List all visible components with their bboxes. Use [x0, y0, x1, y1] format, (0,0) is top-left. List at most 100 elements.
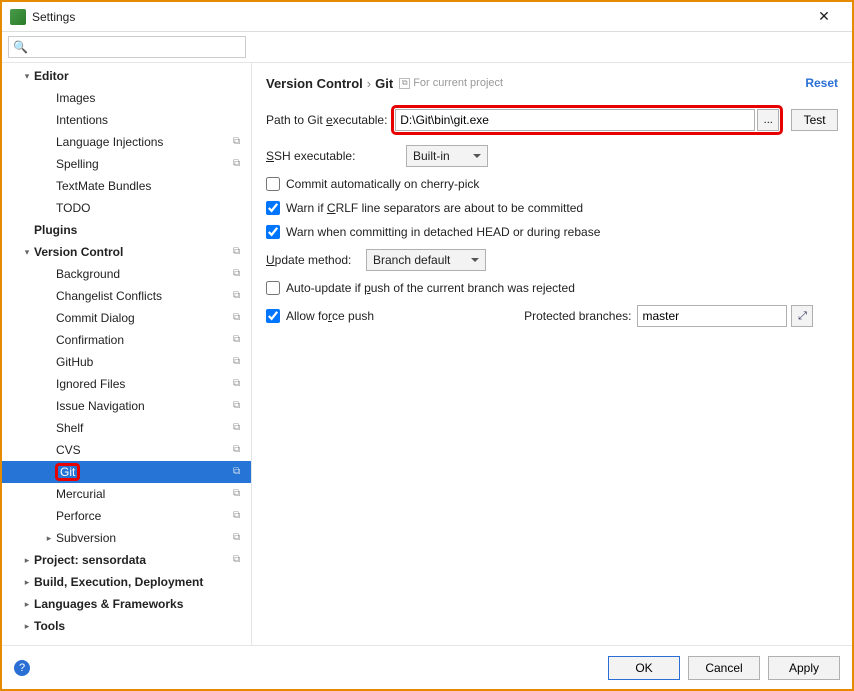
sidebar-item-build-execution-deployment[interactable]: ▸Build, Execution, Deployment	[2, 571, 251, 593]
sidebar-item-label: TODO	[56, 201, 245, 215]
project-scope-icon: ⧉	[233, 246, 245, 258]
reset-link[interactable]: Reset	[805, 76, 838, 90]
sidebar-item-perforce[interactable]: Perforce⧉	[2, 505, 251, 527]
sidebar-item-plugins[interactable]: Plugins	[2, 219, 251, 241]
sidebar-item-tools[interactable]: ▸Tools	[2, 615, 251, 637]
sidebar-item-intentions[interactable]: Intentions	[2, 109, 251, 131]
crlf-row: Warn if CRLF line separators are about t…	[266, 201, 838, 215]
update-method-row: Update method: Branch default	[266, 249, 838, 271]
breadcrumb-sep: ›	[367, 76, 371, 91]
sidebar-item-project-sensordata[interactable]: ▸Project: sensordata⧉	[2, 549, 251, 571]
scope-icon: ⧉	[399, 78, 410, 89]
project-scope-icon: ⧉	[233, 378, 245, 390]
detached-checkbox[interactable]	[266, 225, 280, 239]
sidebar-item-editor[interactable]: ▾Editor	[2, 65, 251, 87]
sidebar-item-label: Spelling	[56, 157, 233, 171]
settings-dialog: Settings ✕ 🔍 ▾EditorImagesIntentionsLang…	[0, 0, 854, 691]
auto-update-checkbox[interactable]	[266, 281, 280, 295]
protected-expand-icon[interactable]: ⤢	[791, 305, 813, 327]
protected-label: Protected branches:	[524, 309, 631, 323]
sidebar-item-label: Shelf	[56, 421, 233, 435]
sidebar-item-mercurial[interactable]: Mercurial⧉	[2, 483, 251, 505]
update-method-select[interactable]: Branch default	[366, 249, 486, 271]
sidebar-item-issue-navigation[interactable]: Issue Navigation⧉	[2, 395, 251, 417]
force-push-row: Allow force push Protected branches: ⤢	[266, 305, 838, 327]
sidebar-item-label: Changelist Conflicts	[56, 289, 233, 303]
path-input-highlight: ...	[391, 105, 783, 135]
cancel-button[interactable]: Cancel	[688, 656, 760, 680]
apply-button[interactable]: Apply	[768, 656, 840, 680]
sidebar-tree[interactable]: ▾Editor Images IntentionsLanguage Injectio…	[2, 63, 252, 645]
sidebar-item-textmate-bundles[interactable]: TextMate Bundles	[2, 175, 251, 197]
sidebar-item-github[interactable]: GitHub⧉	[2, 351, 251, 373]
project-scope-icon: ⧉	[233, 290, 245, 302]
sidebar-item-language-injections[interactable]: Language Injections⧉	[2, 131, 251, 153]
project-scope-icon: ⧉	[233, 158, 245, 170]
force-push-checkbox[interactable]	[266, 309, 280, 323]
project-scope-icon: ⧉	[233, 466, 245, 478]
sidebar-item-ignored-files[interactable]: Ignored Files⧉	[2, 373, 251, 395]
search-input[interactable]	[32, 40, 241, 54]
project-scope-icon: ⧉	[233, 312, 245, 324]
ok-button[interactable]: OK	[608, 656, 680, 680]
help-icon[interactable]: ?	[14, 660, 30, 676]
browse-button[interactable]: ...	[757, 109, 779, 131]
sidebar-item-commit-dialog[interactable]: Commit Dialog⧉	[2, 307, 251, 329]
sidebar-item-cvs[interactable]: CVS⧉	[2, 439, 251, 461]
project-scope-icon: ⧉	[233, 554, 245, 566]
window-title: Settings	[32, 10, 804, 24]
project-scope-icon: ⧉	[233, 532, 245, 544]
chevron-right-icon: ▸	[42, 533, 56, 544]
crlf-checkbox[interactable]	[266, 201, 280, 215]
sidebar-item-spelling[interactable]: Spelling⧉	[2, 153, 251, 175]
sidebar-item-changelist-conflicts[interactable]: Changelist Conflicts⧉	[2, 285, 251, 307]
protected-branches-input[interactable]	[637, 305, 787, 327]
search-field-wrap[interactable]: 🔍	[8, 36, 246, 58]
sidebar-item-images[interactable]: Images	[2, 87, 251, 109]
update-method-label: Update method:	[266, 253, 366, 267]
sidebar-item-label: Confirmation	[56, 333, 233, 347]
sidebar-item-label: GitHub	[56, 355, 233, 369]
sidebar-item-git[interactable]: Git ⧉	[2, 461, 251, 483]
chevron-right-icon: ▸	[20, 577, 34, 588]
project-scope-icon: ⧉	[233, 444, 245, 456]
chevron-down-icon: ▾	[20, 71, 34, 82]
sidebar-item-label: Plugins	[34, 223, 245, 237]
project-scope-icon: ⧉	[233, 356, 245, 368]
main-panel: Version Control › Git ⧉ For current proj…	[252, 63, 852, 645]
sidebar-item-languages-frameworks[interactable]: ▸Languages & Frameworks	[2, 593, 251, 615]
project-scope-icon: ⧉	[233, 268, 245, 280]
sidebar-item-label: Tools	[34, 619, 245, 633]
sidebar-item-label: Git	[56, 464, 79, 480]
sidebar-item-label: Version Control	[34, 245, 233, 259]
sidebar-item-version-control[interactable]: ▾Version Control⧉	[2, 241, 251, 263]
sidebar-item-label: CVS	[56, 443, 233, 457]
sidebar-item-label: Languages & Frameworks	[34, 597, 245, 611]
breadcrumb: Version Control › Git ⧉ For current proj…	[266, 71, 838, 95]
project-scope-icon: ⧉	[233, 422, 245, 434]
app-icon	[10, 9, 26, 25]
breadcrumb-parent: Version Control	[266, 76, 363, 91]
sidebar-item-label: Background	[56, 267, 233, 281]
cherry-pick-row: Commit automatically on cherry-pick	[266, 177, 838, 191]
sidebar-item-label: Images	[56, 91, 245, 105]
search-bar: 🔍	[2, 32, 852, 63]
sidebar-item-todo[interactable]: TODO	[2, 197, 251, 219]
sidebar-item-confirmation[interactable]: Confirmation⧉	[2, 329, 251, 351]
project-scope-icon: ⧉	[233, 488, 245, 500]
sidebar-item-shelf[interactable]: Shelf⧉	[2, 417, 251, 439]
sidebar-item-label: Commit Dialog	[56, 311, 233, 325]
project-scope-icon: ⧉	[233, 136, 245, 148]
cherry-pick-checkbox[interactable]	[266, 177, 280, 191]
git-path-input[interactable]	[395, 109, 755, 131]
test-button[interactable]: Test	[791, 109, 838, 131]
close-icon[interactable]: ✕	[804, 8, 844, 25]
sidebar-item-background[interactable]: Background⧉	[2, 263, 251, 285]
sidebar-item-label: Mercurial	[56, 487, 233, 501]
sidebar-item-subversion[interactable]: ▸Subversion⧉	[2, 527, 251, 549]
path-row: Path to Git executable: ... Test	[266, 105, 838, 135]
path-label: Path to Git executable:	[266, 113, 391, 127]
ssh-select[interactable]: Built-in	[406, 145, 488, 167]
detached-label: Warn when committing in detached HEAD or…	[286, 225, 600, 239]
sidebar-item-label: Issue Navigation	[56, 399, 233, 413]
